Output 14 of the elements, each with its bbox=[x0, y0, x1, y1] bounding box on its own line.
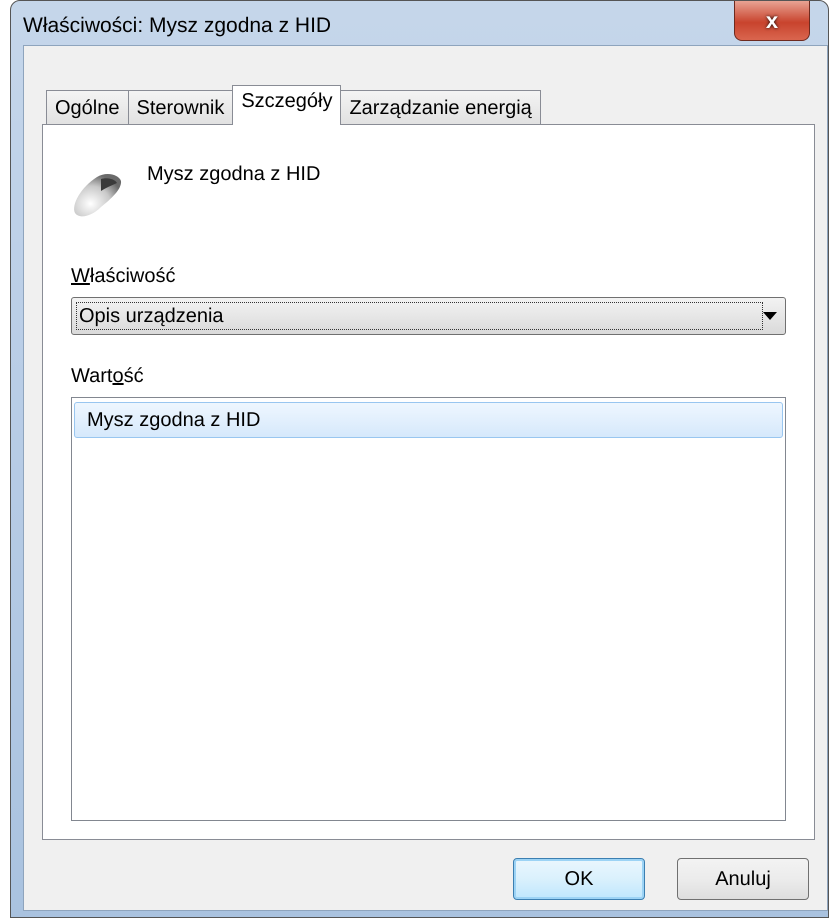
value-label: Wartość bbox=[71, 364, 145, 389]
property-dropdown[interactable]: Opis urządzenia bbox=[71, 297, 786, 335]
device-name: Mysz zgodna z HID bbox=[147, 162, 320, 187]
close-button[interactable]: x bbox=[734, 1, 810, 41]
tab[interactable]: Zarządzanie energią bbox=[340, 90, 541, 124]
dropdown-arrow-icon bbox=[763, 312, 777, 320]
tab[interactable]: Szczegóły bbox=[232, 85, 342, 125]
tab[interactable]: Sterownik bbox=[128, 90, 234, 124]
property-label: Właściwość bbox=[71, 264, 176, 289]
ok-button[interactable]: OK bbox=[513, 858, 645, 900]
list-item[interactable]: Mysz zgodna z HID bbox=[74, 402, 783, 438]
window-title: Właściwości: Mysz zgodna z HID bbox=[23, 13, 332, 40]
tab[interactable]: Ogólne bbox=[46, 90, 128, 124]
cancel-button[interactable]: Anuluj bbox=[677, 858, 809, 900]
